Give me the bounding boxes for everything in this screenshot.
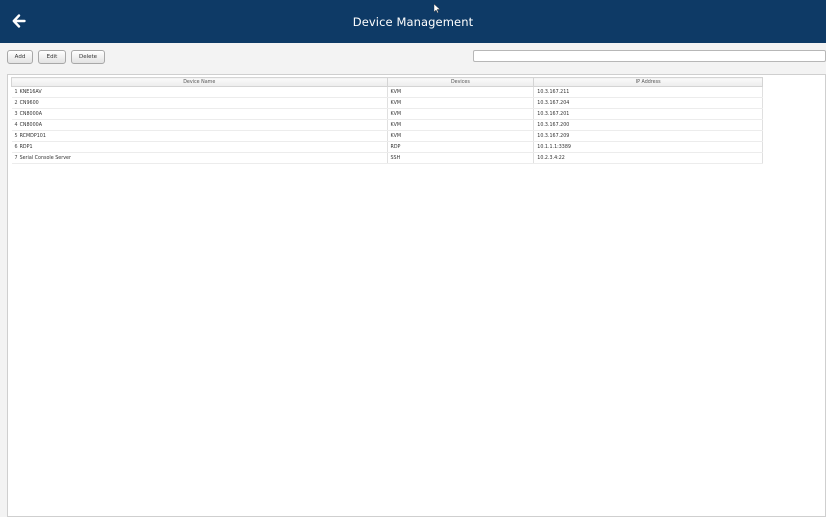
add-button[interactable]: Add	[7, 50, 33, 64]
device-type-cell: RDP	[387, 141, 535, 153]
row-index: 6	[14, 144, 18, 150]
row-index: 3	[14, 111, 18, 117]
device-type-cell: KVM	[387, 86, 535, 98]
table-row[interactable]: 4 CN8000A KVM 10.3.167.200	[11, 119, 763, 131]
table-row[interactable]: 6 RDP1 RDP 10.1.1.1:3389	[11, 141, 763, 153]
table-row[interactable]: 1 KNE16AV KVM 10.3.167.211	[11, 86, 763, 98]
device-type-cell: SSH	[387, 152, 535, 164]
device-type-cell: KVM	[387, 119, 535, 131]
ip-address-cell: 10.3.167.211	[533, 86, 763, 98]
device-type-cell: KVM	[387, 108, 535, 120]
ip-address-cell: 10.3.167.209	[533, 130, 763, 142]
column-header-ip-address[interactable]: IP Address	[533, 77, 763, 87]
edit-button[interactable]: Edit	[38, 50, 66, 64]
row-index: 5	[14, 133, 18, 139]
device-name-cell: 2 CN9600	[11, 97, 388, 109]
device-name: Serial Console Server	[19, 155, 71, 161]
toolbar: Add Edit Delete	[7, 50, 105, 64]
ip-address-cell: 10.1.1.1:3389	[533, 141, 763, 153]
device-name: RCMDP101	[19, 133, 46, 139]
mouse-pointer-icon	[434, 4, 440, 13]
page-title: Device Management	[352, 15, 474, 29]
device-name: CN9600	[19, 100, 39, 106]
table-row[interactable]: 2 CN9600 KVM 10.3.167.204	[11, 97, 763, 109]
row-index: 7	[14, 155, 18, 161]
device-name: CN8000A	[19, 111, 42, 117]
search-input[interactable]	[473, 50, 826, 62]
device-name-cell: 5 RCMDP101	[11, 130, 388, 142]
device-name-cell: 7 Serial Console Server	[11, 152, 388, 164]
device-table-panel: Device Name Devices IP Address 1 KNE16AV …	[7, 74, 826, 517]
device-type-cell: KVM	[387, 97, 535, 109]
device-name: KNE16AV	[19, 89, 42, 95]
ip-address-cell: 10.3.167.204	[533, 97, 763, 109]
ip-address-cell: 10.3.167.201	[533, 108, 763, 120]
ip-address-cell: 10.2.3.4:22	[533, 152, 763, 164]
delete-button[interactable]: Delete	[71, 50, 105, 64]
device-name-cell: 1 KNE16AV	[11, 86, 388, 98]
device-name-cell: 3 CN8000A	[11, 108, 388, 120]
app-header: Device Management	[0, 0, 826, 43]
device-table: Device Name Devices IP Address 1 KNE16AV …	[11, 77, 763, 164]
device-name-cell: 6 RDP1	[11, 141, 388, 153]
column-header-devices[interactable]: Devices	[386, 77, 535, 87]
row-index: 2	[14, 100, 18, 106]
device-name: RDP1	[19, 144, 33, 150]
table-header-row: Device Name Devices IP Address	[11, 77, 763, 87]
device-type-cell: KVM	[387, 130, 535, 142]
ip-address-cell: 10.3.167.200	[533, 119, 763, 131]
table-row[interactable]: 5 RCMDP101 KVM 10.3.167.209	[11, 130, 763, 142]
table-row[interactable]: 3 CN8000A KVM 10.3.167.201	[11, 108, 763, 120]
row-index: 4	[14, 122, 18, 128]
table-row[interactable]: 7 Serial Console Server SSH 10.2.3.4:22	[11, 152, 763, 164]
row-index: 1	[14, 89, 18, 95]
device-name-cell: 4 CN8000A	[11, 119, 388, 131]
column-header-device-name[interactable]: Device Name	[11, 77, 388, 87]
device-name: CN8000A	[19, 122, 42, 128]
